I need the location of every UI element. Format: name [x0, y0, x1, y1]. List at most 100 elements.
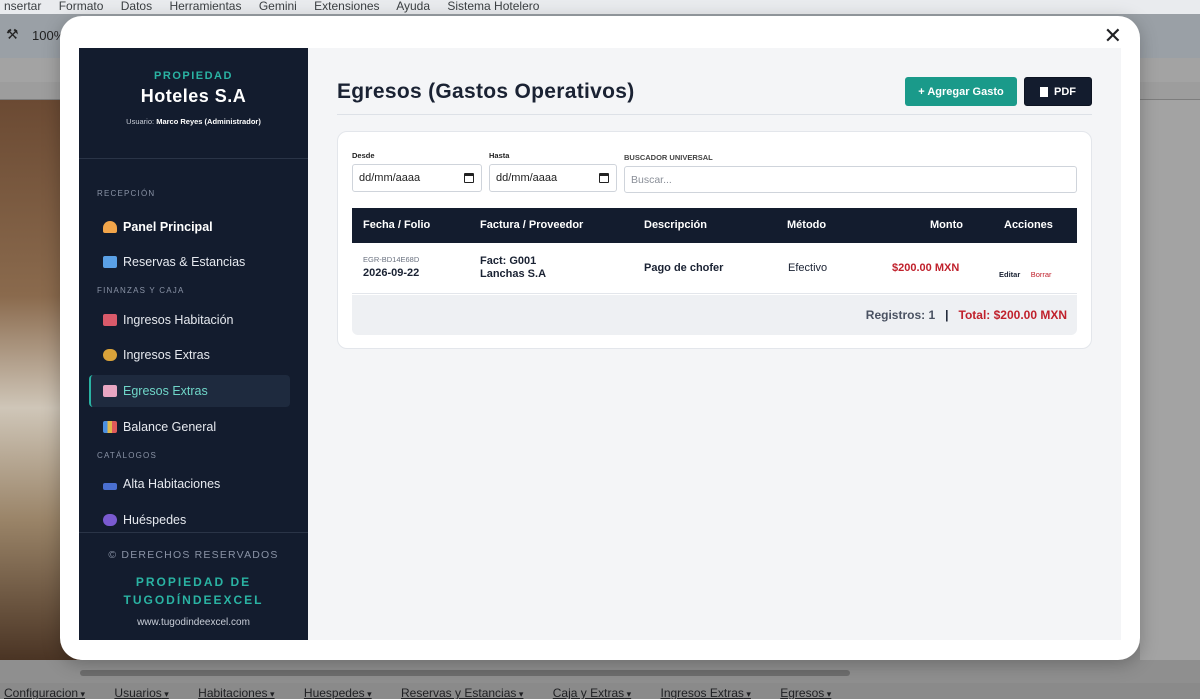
hotel-app: PROPIEDAD Hoteles S.A Usuario: Marco Rey… [79, 48, 1121, 640]
col-metodo[interactable]: Método [787, 219, 826, 231]
property-label: PROPIEDAD [154, 70, 233, 82]
fecha: 2026-09-22 [363, 267, 420, 279]
spreadsheet-menubar: nsertar Formato Datos Herramientas Gemin… [0, 0, 1200, 14]
search-placeholder: Buscar... [631, 173, 672, 186]
sidebar: PROPIEDAD Hoteles S.A Usuario: Marco Rey… [79, 48, 308, 640]
search-input[interactable]: Buscar... [624, 166, 1077, 193]
col-factura[interactable]: Factura / Proveedor [480, 219, 583, 231]
sidebar-header: PROPIEDAD Hoteles S.A Usuario: Marco Rey… [79, 48, 308, 159]
sidebar-item-balance[interactable]: Balance General [89, 411, 290, 443]
user-info: Usuario: Marco Reyes (Administrador) [79, 117, 308, 126]
sheet-tab-caja[interactable]: Caja y Extras [553, 686, 631, 699]
to-date-value: dd/mm/aaaa [496, 172, 558, 184]
table-footer: Registros: 1 | Total: $200.00 MXN [352, 295, 1077, 335]
add-expense-button[interactable]: + Agregar Gasto [905, 77, 1017, 106]
factura: Fact: G001 [480, 255, 537, 267]
sidebar-item-label: Reservas & Estancias [123, 255, 246, 269]
from-date-input[interactable]: dd/mm/aaaa [352, 164, 482, 192]
from-label: Desde [352, 151, 375, 160]
sidebar-item-label: Huéspedes [123, 513, 187, 527]
sidebar-item-label: Egresos Extras [123, 384, 208, 398]
col-descripcion[interactable]: Descripción [644, 219, 707, 231]
sheet-tab-ingresos-extras[interactable]: Ingresos Extras [661, 686, 751, 699]
delete-button[interactable]: Borrar [1031, 270, 1052, 279]
footer-separator: | [945, 308, 949, 322]
bar-chart-icon [103, 421, 117, 433]
main-content: Egresos (Gastos Operativos) + Agregar Ga… [308, 48, 1121, 640]
col-acciones[interactable]: Acciones [1004, 219, 1053, 231]
sidebar-item-panel[interactable]: Panel Principal [89, 211, 290, 243]
cell-metodo: Efectivo [788, 262, 828, 274]
sheet-grid [1140, 100, 1200, 660]
folio: EGR-BD14E68D [363, 255, 420, 264]
table-header: Fecha / Folio Factura / Proveedor Descri… [352, 208, 1077, 243]
sidebar-item-ingresos-habitacion[interactable]: Ingresos Habitación [89, 304, 290, 336]
menu-gemini[interactable]: Gemini [259, 0, 297, 13]
menu-formato[interactable]: Formato [59, 0, 104, 13]
section-recepcion: RECEPCIÓN [97, 189, 156, 198]
pdf-button[interactable]: PDF [1024, 77, 1092, 106]
user-name: Marco Reyes (Administrador) [156, 117, 261, 126]
hotel-icon [103, 314, 117, 326]
user-prefix: Usuario: [126, 117, 155, 126]
section-finanzas: FINANZAS Y CAJA [97, 286, 185, 295]
bed-icon [103, 482, 117, 490]
bell-icon [103, 221, 117, 233]
sidebar-item-label: Ingresos Habitación [123, 313, 234, 327]
sheet-tab-habitaciones[interactable]: Habitaciones [198, 686, 274, 699]
expenses-card: Desde dd/mm/aaaa Hasta dd/mm/aaaa BUSCAD… [337, 131, 1092, 349]
chart-down-icon [103, 385, 117, 397]
paint-format-icon[interactable]: ⚒ [6, 26, 19, 43]
document-icon [1040, 86, 1048, 97]
col-fecha[interactable]: Fecha / Folio [363, 219, 430, 231]
cell-factura: Fact: G001 Lanchas S.A [480, 255, 546, 281]
menu-insertar[interactable]: nsertar [4, 0, 41, 13]
menu-ayuda[interactable]: Ayuda [396, 0, 430, 13]
total-amount: Total: $200.00 MXN [958, 308, 1067, 322]
close-icon[interactable]: ✕ [1104, 25, 1122, 47]
menu-datos[interactable]: Datos [121, 0, 152, 13]
sidebar-item-ingresos-extras[interactable]: Ingresos Extras [89, 339, 290, 371]
to-label: Hasta [489, 151, 510, 160]
sheet-tab-configuracion[interactable]: Configuracion [4, 686, 85, 699]
record-count: Registros: 1 [865, 308, 936, 322]
table-row[interactable]: EGR-BD14E68D 2026-09-22 Fact: G001 Lanch… [352, 243, 1077, 294]
horizontal-scrollbar[interactable] [80, 670, 850, 676]
section-catalogos: CATÁLOGOS [97, 451, 157, 460]
sidebar-item-label: Panel Principal [123, 220, 213, 234]
to-date-input[interactable]: dd/mm/aaaa [489, 164, 617, 192]
calendar-icon[interactable] [464, 173, 474, 183]
search-label: BUSCADOR UNIVERSAL [624, 153, 713, 162]
menu-herramientas[interactable]: Herramientas [169, 0, 241, 13]
sidebar-item-egresos-extras[interactable]: Egresos Extras [89, 375, 290, 407]
cell-acciones: Editar Borrar [999, 264, 1052, 282]
calendar-icon[interactable] [599, 173, 609, 183]
sidebar-item-label: Ingresos Extras [123, 348, 210, 362]
sidebar-item-alta-habitaciones[interactable]: Alta Habitaciones [89, 468, 290, 500]
title-divider [337, 114, 1092, 115]
copyright-text: © DERECHOS RESERVADOS [108, 549, 279, 561]
sheet-tab-reservas[interactable]: Reservas y Estancias [401, 686, 523, 699]
sidebar-item-label: Balance General [123, 420, 217, 434]
sheet-tab-usuarios[interactable]: Usuarios [114, 686, 168, 699]
menu-sistema-hotelero[interactable]: Sistema Hotelero [447, 0, 539, 13]
website-link[interactable]: www.tugodindeexcel.com [79, 617, 308, 628]
page-title: Egresos (Gastos Operativos) [337, 80, 635, 103]
col-monto[interactable]: Monto [930, 219, 963, 231]
app-modal: ✕ PROPIEDAD Hoteles S.A Usuario: Marco R… [60, 16, 1140, 660]
sheet-tab-huespedes[interactable]: Huespedes [304, 686, 372, 699]
sheet-tabs: Configuracion Usuarios Habitaciones Hues… [0, 683, 1200, 699]
pdf-button-label: PDF [1054, 85, 1076, 98]
users-icon [103, 514, 117, 526]
calendar-icon [103, 256, 117, 268]
owner-text: PROPIEDAD DE TUGODÍNDEEXCEL [123, 575, 264, 607]
cell-fecha: EGR-BD14E68D 2026-09-22 [363, 255, 419, 279]
sidebar-footer: © DERECHOS RESERVADOS PROPIEDAD DE TUGOD… [79, 532, 308, 640]
edit-button[interactable]: Editar [999, 270, 1020, 279]
cell-monto: $200.00 MXN [892, 262, 960, 274]
sidebar-item-reservas[interactable]: Reservas & Estancias [89, 246, 290, 278]
menu-extensiones[interactable]: Extensiones [314, 0, 379, 13]
proveedor: Lanchas S.A [480, 268, 547, 280]
sidebar-item-label: Alta Habitaciones [123, 477, 221, 491]
sheet-tab-egresos[interactable]: Egresos [780, 686, 831, 699]
